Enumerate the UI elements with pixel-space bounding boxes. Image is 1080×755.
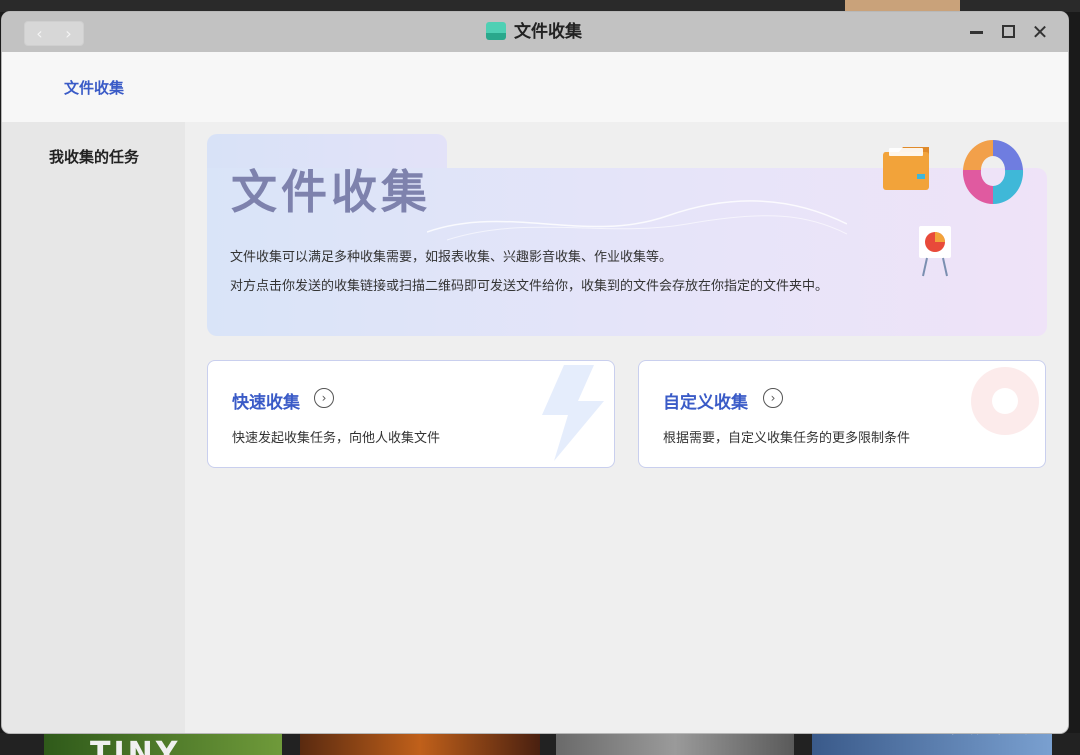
sidebar: 我收集的任务	[2, 122, 185, 733]
forward-icon[interactable]: ›	[54, 22, 83, 45]
main-content: 文件收集 文件收集可以满足多种收集需要，如报表收集、兴趣影音收集、作业收集等。 …	[185, 122, 1068, 733]
sidebar-item-file-collection[interactable]: 文件收集	[64, 77, 124, 98]
pie-chart-board-icon	[919, 226, 951, 277]
gear-icon	[971, 367, 1039, 435]
donut-chart-icon	[962, 139, 1024, 205]
title-bar: ‹ › 文件收集 ✕	[2, 12, 1068, 52]
back-icon[interactable]: ‹	[25, 22, 54, 45]
desktop-thumbnail-top	[845, 0, 960, 12]
folder-icon	[883, 147, 929, 190]
intro-banner: 文件收集 文件收集可以满足多种收集需要，如报表收集、兴趣影音收集、作业收集等。 …	[207, 134, 1047, 336]
window-title: 文件收集	[514, 22, 582, 42]
minimize-icon[interactable]	[967, 22, 987, 42]
banner-title: 文件收集	[231, 165, 431, 219]
thumbnail-1-text: TINY	[90, 736, 181, 755]
navigation-buttons: ‹ ›	[24, 21, 84, 46]
quick-collection-card[interactable]: 快速收集 › 快速发起收集任务，向他人收集文件	[207, 360, 615, 468]
lightning-icon	[542, 365, 604, 461]
maximize-icon[interactable]	[999, 22, 1019, 42]
custom-collection-title: 自定义收集	[663, 393, 748, 413]
banner-description-line-2: 对方点击你发送的收集链接或扫描二维码即可发送文件给你，收集到的文件会存放在你指定…	[230, 279, 829, 294]
close-icon[interactable]: ✕	[1030, 22, 1050, 42]
wave-decoration-icon	[427, 200, 847, 241]
quick-collection-subtitle: 快速发起收集任务，向他人收集文件	[232, 431, 441, 446]
quick-collection-title: 快速收集	[232, 393, 300, 413]
sidebar-item-my-tasks[interactable]: 我收集的任务	[49, 146, 139, 167]
banner-description-line-1: 文件收集可以满足多种收集需要，如报表收集、兴趣影音收集、作业收集等。	[230, 250, 673, 265]
custom-collection-subtitle: 根据需要，自定义收集任务的更多限制条件	[663, 431, 911, 446]
chevron-right-icon[interactable]: ›	[763, 388, 783, 408]
thumbnail-2[interactable]	[300, 733, 540, 755]
sidebar-header: 文件收集	[2, 52, 1068, 122]
file-collection-app-icon	[486, 22, 506, 40]
thumbnail-3[interactable]	[556, 733, 794, 755]
chevron-right-icon[interactable]: ›	[314, 388, 334, 408]
file-collection-window: ‹ › 文件收集 ✕ 文件收集 我收集的任务 文件收集 文件收集可以满足多种收集…	[2, 12, 1068, 733]
custom-collection-card[interactable]: 自定义收集 › 根据需要，自定义收集任务的更多限制条件	[638, 360, 1046, 468]
